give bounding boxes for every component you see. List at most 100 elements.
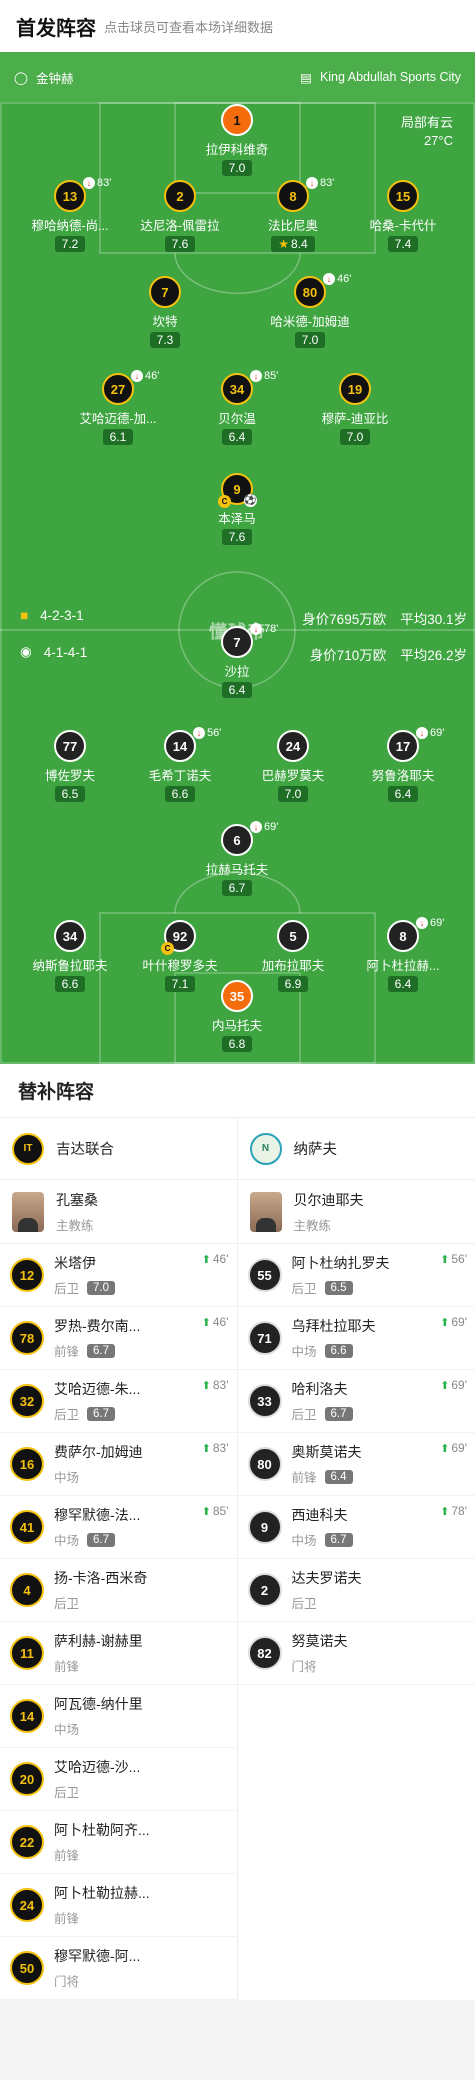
- rating-value: 6.4: [395, 787, 412, 801]
- player-number: 14: [173, 739, 187, 754]
- sub-player-row[interactable]: 12米塔伊后卫7.0⬆46': [0, 1244, 237, 1307]
- home-player[interactable]: 9C⚽本泽马7.6: [175, 473, 299, 546]
- sub-player-position: 后卫: [54, 1278, 79, 1297]
- sub-player-row[interactable]: 2达夫罗诺夫后卫: [238, 1559, 475, 1622]
- sub-player-row[interactable]: 32艾哈迈德-朱...后卫6.7⬆83': [0, 1370, 237, 1433]
- home-player[interactable]: 2达尼洛-佩雷拉7.6: [118, 180, 242, 253]
- sub-player-row[interactable]: 71乌拜杜拉耶夫中场6.6⬆69': [238, 1307, 475, 1370]
- sub-player-row[interactable]: 16费萨尔-加姆迪中场⬆83': [0, 1433, 237, 1496]
- sub-in-marker: ⬆69': [440, 1315, 467, 1329]
- sub-in-time: 46': [213, 1252, 229, 1266]
- sub-player-row[interactable]: 78罗热-费尔南...前锋6.7⬆46': [0, 1307, 237, 1370]
- home-coach[interactable]: 孔塞桑主教练: [0, 1180, 237, 1244]
- away-coach[interactable]: 贝尔迪耶夫主教练: [238, 1180, 475, 1244]
- lineup-title: 首发阵容: [16, 12, 96, 41]
- sub-player-position: 后卫: [54, 1404, 79, 1423]
- sub-player-row[interactable]: 20艾哈迈德-沙...后卫: [0, 1748, 237, 1811]
- sub-out-icon: ↓: [323, 273, 335, 285]
- sub-number-badge: 24: [10, 1888, 44, 1922]
- sub-player-row[interactable]: 50穆罕默德-阿...门将: [0, 1937, 237, 2000]
- player-number-badge: 14↓56': [164, 730, 196, 762]
- home-player[interactable]: 13↓83'穆哈纳德-尚...7.2: [8, 180, 132, 253]
- player-number-badge: 7↓78': [221, 626, 253, 658]
- away-player[interactable]: 6↓69'拉赫马托夫6.7: [175, 824, 299, 897]
- player-name: 毛希丁诺夫: [118, 765, 242, 784]
- sub-in-icon: ⬆: [440, 1316, 449, 1329]
- rating-value: 7.4: [395, 237, 412, 251]
- sub-player-row[interactable]: 4扬-卡洛-西米奇后卫: [0, 1559, 237, 1622]
- away-player[interactable]: 24巴赫罗莫夫7.0: [231, 730, 355, 803]
- page-footer: [0, 2000, 475, 2080]
- sub-in-time: 83': [213, 1378, 229, 1392]
- sub-out-icon: ↓: [83, 177, 95, 189]
- sub-number-badge: 9: [248, 1510, 282, 1544]
- away-value-info: 身价710万欧平均26.2岁: [310, 644, 467, 664]
- temperature-text: 27°C: [401, 132, 453, 150]
- sub-in-time: 56': [451, 1252, 467, 1266]
- player-rating: 7.6: [222, 529, 253, 545]
- sub-in-time: 69': [451, 1441, 467, 1455]
- player-number-badge: 8↓69': [387, 920, 419, 952]
- sub-out-icon: ↓: [250, 821, 262, 833]
- sub-player-name: 费萨尔-加姆迪: [54, 1442, 143, 1462]
- away-player[interactable]: 35内马托夫6.8: [175, 980, 299, 1053]
- away-player[interactable]: 17↓69'努鲁洛耶夫6.4: [341, 730, 465, 803]
- player-rating: 7.0: [222, 160, 253, 176]
- player-rating: 6.4: [222, 682, 253, 698]
- sub-player-row[interactable]: 11萨利赫-谢赫里前锋: [0, 1622, 237, 1685]
- sub-player-row[interactable]: 41穆罕默德-法...中场6.7⬆85': [0, 1496, 237, 1559]
- sub-player-row[interactable]: 9西迪科夫中场6.7⬆78': [238, 1496, 475, 1559]
- home-subs-column: IT 吉达联合 孔塞桑主教练 12米塔伊后卫7.0⬆46'78罗热-费尔南...…: [0, 1118, 238, 2000]
- away-team-header[interactable]: N 纳萨夫: [238, 1118, 475, 1180]
- home-player[interactable]: 1拉伊科维奇7.0: [175, 104, 299, 177]
- player-number-badge: 35: [221, 980, 253, 1012]
- sub-player-name: 阿卜杜勒拉赫...: [54, 1883, 150, 1903]
- sub-player-position: 中场: [292, 1341, 317, 1360]
- home-player[interactable]: 80↓46'哈米德-加姆迪7.0: [248, 276, 372, 349]
- player-number-badge: 27↓46': [102, 373, 134, 405]
- player-name: 加布拉耶夫: [231, 955, 355, 974]
- sub-player-rating: 6.7: [325, 1407, 353, 1421]
- sub-player-row[interactable]: 22阿卜杜勒阿齐...前锋: [0, 1811, 237, 1874]
- home-player[interactable]: 8↓83'法比尼奥★8.4: [231, 180, 355, 253]
- sub-player-position: 后卫: [292, 1593, 317, 1612]
- sub-number-badge: 14: [10, 1699, 44, 1733]
- away-player[interactable]: 14↓56'毛希丁诺夫6.6: [118, 730, 242, 803]
- sub-player-row[interactable]: 24阿卜杜勒拉赫...前锋: [0, 1874, 237, 1937]
- sub-player-row[interactable]: 55阿卜杜纳扎罗夫后卫6.5⬆56': [238, 1244, 475, 1307]
- sub-in-time: 46': [213, 1315, 229, 1329]
- rating-value: 6.4: [395, 977, 412, 991]
- sub-player-name: 罗热-费尔南...: [54, 1316, 140, 1336]
- sub-player-name: 阿卜杜勒阿齐...: [54, 1820, 150, 1840]
- player-number: 34: [230, 382, 244, 397]
- sub-player-row[interactable]: 80奥斯莫诺夫前锋6.4⬆69': [238, 1433, 475, 1496]
- player-rating: ★8.4: [271, 236, 314, 252]
- player-number: 9: [233, 482, 240, 497]
- away-player[interactable]: 77博佐罗夫6.5: [8, 730, 132, 803]
- sub-out-marker: ↓46': [323, 273, 351, 285]
- home-player[interactable]: 34↓85'贝尔温6.4: [175, 373, 299, 446]
- sub-out-icon: ↓: [131, 370, 143, 382]
- home-player[interactable]: 27↓46'艾哈迈德-加...6.1: [56, 373, 180, 446]
- rating-value: 7.0: [285, 787, 302, 801]
- rating-value: 6.7: [229, 881, 246, 895]
- home-player[interactable]: 7坎特7.3: [103, 276, 227, 349]
- sub-in-icon: ⬆: [440, 1379, 449, 1392]
- away-player[interactable]: 34纳斯鲁拉耶夫6.6: [8, 920, 132, 993]
- player-name: 本泽马: [175, 508, 299, 527]
- home-player[interactable]: 19穆萨-迪亚比7.0: [293, 373, 417, 446]
- sub-out-marker: ↓83': [83, 177, 111, 189]
- sub-time: 83': [320, 177, 334, 189]
- player-rating: 6.7: [222, 880, 253, 896]
- sub-player-row[interactable]: 14阿瓦德-纳什里中场: [0, 1685, 237, 1748]
- sub-in-marker: ⬆56': [440, 1252, 467, 1266]
- away-player[interactable]: 7↓78'沙拉6.4: [175, 626, 299, 699]
- player-number-badge: 34: [54, 920, 86, 952]
- home-team-header[interactable]: IT 吉达联合: [0, 1118, 237, 1180]
- home-player[interactable]: 15哈桑-卡代什7.4: [341, 180, 465, 253]
- player-name: 坎特: [103, 311, 227, 330]
- away-player[interactable]: 8↓69'阿卜杜拉赫...6.4: [341, 920, 465, 993]
- sub-player-row[interactable]: 82努莫诺夫门将: [238, 1622, 475, 1685]
- sub-player-row[interactable]: 33哈利洛夫后卫6.7⬆69': [238, 1370, 475, 1433]
- sub-out-icon: ↓: [306, 177, 318, 189]
